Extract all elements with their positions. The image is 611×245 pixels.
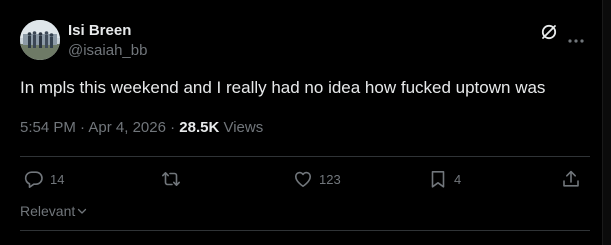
avatar-image (20, 20, 60, 60)
meta-separator: · (165, 119, 180, 136)
post-text: In mpls this weekend and I really had no… (20, 78, 546, 97)
sort-label: Relevant (20, 203, 76, 219)
divider (20, 156, 590, 157)
post-time[interactable]: 5:54 PM (20, 119, 76, 136)
reply-icon (24, 171, 43, 188)
chevron-down-icon (78, 208, 87, 214)
like-icon (295, 171, 311, 187)
author-display-name[interactable]: Isi Breen (68, 22, 131, 39)
like-button[interactable]: 123 (293, 168, 341, 190)
share-button[interactable] (561, 168, 581, 190)
scrollbar[interactable] (602, 0, 611, 245)
avatar[interactable] (20, 20, 60, 60)
sort-dropdown[interactable]: Relevant (20, 203, 87, 219)
repost-button[interactable] (161, 168, 187, 190)
like-count: 123 (319, 171, 341, 187)
post-meta: 5:54 PM · Apr 4, 2026 · 28.5K Views (20, 119, 263, 136)
post-detail: Isi Breen @isaiah_bb In mpls this weeken… (0, 0, 603, 245)
share-icon (563, 170, 579, 187)
views-count: 28.5K (179, 119, 220, 136)
meta-separator: · (75, 119, 89, 136)
grok-icon[interactable] (540, 23, 558, 41)
bookmark-icon (431, 171, 445, 188)
views-label: Views (219, 119, 264, 136)
divider (20, 230, 590, 231)
reply-button[interactable]: 14 (24, 168, 64, 190)
author-handle[interactable]: @isaiah_bb (68, 42, 147, 59)
post-date[interactable]: Apr 4, 2026 (88, 119, 166, 136)
bookmark-count: 4 (454, 171, 462, 187)
more-icon[interactable] (568, 30, 584, 43)
bookmark-button[interactable]: 4 (428, 168, 461, 190)
reply-count: 14 (50, 171, 65, 187)
repost-icon (162, 172, 180, 186)
